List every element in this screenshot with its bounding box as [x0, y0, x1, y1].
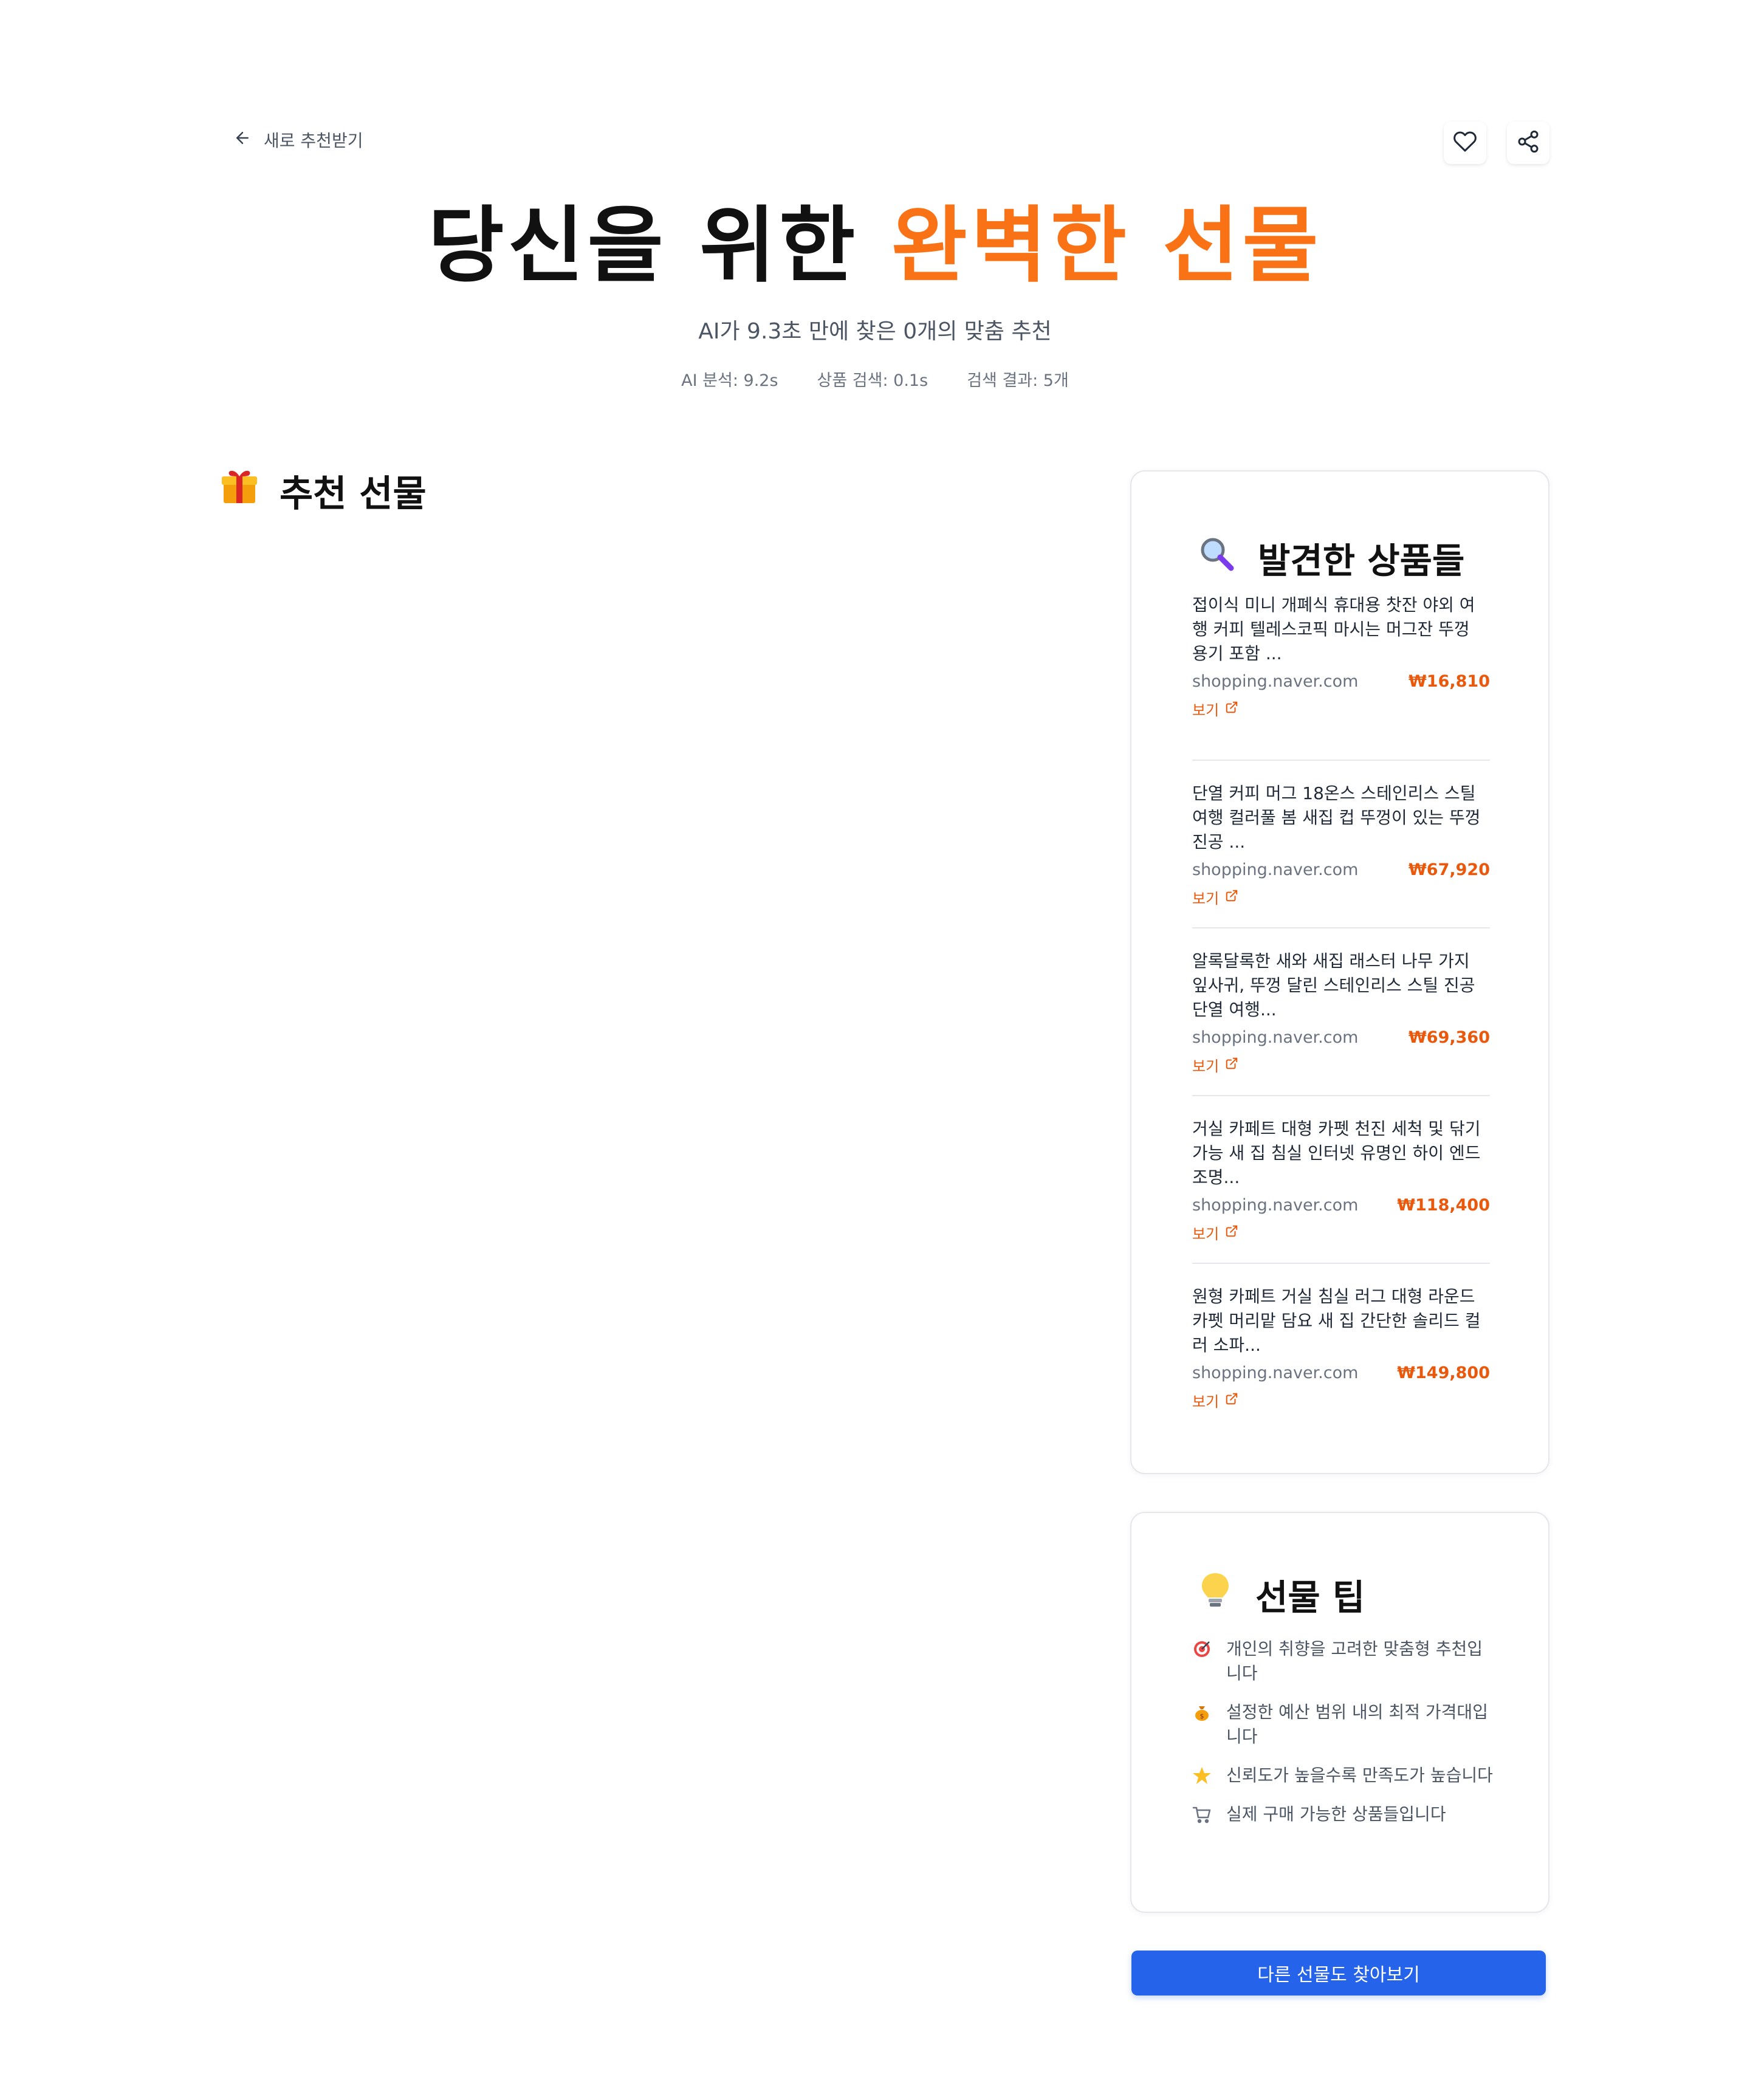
product-item: 접이식 미니 개폐식 휴대용 찻잔 야외 여행 커피 텔레스코픽 마시는 머그잔… — [1192, 593, 1490, 761]
tip-item: $ 설정한 예산 범위 내의 최적 가격대입니다 — [1192, 1700, 1496, 1749]
timing-stats: AI 분석: 9.2s 상품 검색: 0.1s 검색 결과: 5개 — [0, 367, 1750, 391]
product-title: 단열 커피 머그 18온스 스테인리스 스틸 여행 컬러풀 봄 새집 컵 뚜껑이… — [1192, 783, 1481, 852]
product-price: ₩118,400 — [1397, 1196, 1490, 1215]
product-view-label: 보기 — [1192, 702, 1220, 719]
recommendations-heading: 추천 선물 — [220, 464, 427, 517]
product-item: 알록달록한 새와 새집 래스터 나무 가지 잎사귀, 뚜껑 달린 스테인리스 스… — [1192, 928, 1490, 1096]
page-subtitle: AI가 9.3초 만에 찾은 0개의 맞춤 추천 — [698, 319, 1052, 344]
tip-text: 실제 구매 가능한 상품들입니다 — [1226, 1804, 1446, 1824]
cart-icon — [1192, 1805, 1212, 1824]
found-products-heading: 발견한 상품들 — [1197, 532, 1464, 583]
stat-ai-analysis: AI 분석: 9.2s — [681, 371, 778, 390]
page-title-accent: 완벽한 선물 — [891, 198, 1322, 294]
product-title: 원형 카페트 거실 침실 러그 대형 라운드 카펫 머리맡 담요 새 집 간단한… — [1192, 1286, 1481, 1355]
heart-icon — [1453, 129, 1477, 156]
gift-tips-heading: 선물 팁 — [1197, 1569, 1365, 1620]
tip-text: 개인의 취향을 고려한 맞춤형 추천입니다 — [1226, 1639, 1483, 1683]
tip-item: 신뢰도가 높을수록 만족도가 높습니다 — [1192, 1763, 1496, 1788]
external-link-icon — [1225, 1392, 1238, 1409]
share-icon — [1516, 129, 1540, 156]
page-title-main: 당신을 위한 — [428, 198, 891, 294]
product-source: shopping.naver.com — [1192, 860, 1359, 879]
gift-tips-list: 개인의 취향을 고려한 맞춤형 추천입니다 $ 설정한 예산 범위 내의 최적 … — [1192, 1637, 1496, 1841]
product-view-label: 보기 — [1192, 1393, 1220, 1410]
back-link-label: 새로 추천받기 — [264, 131, 363, 151]
gift-tips-heading-text: 선물 팁 — [1255, 1577, 1365, 1618]
magnifier-icon — [1197, 534, 1236, 582]
lightbulb-icon — [1197, 1571, 1234, 1618]
stat-product-search: 상품 검색: 0.1s — [817, 371, 928, 390]
product-view-link[interactable]: 보기 — [1192, 1222, 1238, 1243]
product-view-label: 보기 — [1192, 1226, 1220, 1243]
tip-item: 개인의 취향을 고려한 맞춤형 추천입니다 — [1192, 1637, 1496, 1686]
product-source: shopping.naver.com — [1192, 1364, 1359, 1382]
product-source: shopping.naver.com — [1192, 1196, 1359, 1215]
gift-results-page: 새로 추천받기 당신을 위한 완벽한 선물 AI가 9.3초 만에 찾은 0개의… — [0, 0, 1750, 2100]
product-item: 거실 카페트 대형 카펫 천진 세척 및 닦기 가능 새 집 침실 인터넷 유명… — [1192, 1096, 1490, 1264]
product-view-link[interactable]: 보기 — [1192, 1054, 1238, 1076]
recommendations-heading-text: 추천 선물 — [280, 473, 427, 515]
tip-text: 신뢰도가 높을수록 만족도가 높습니다 — [1226, 1765, 1493, 1785]
star-icon — [1192, 1766, 1212, 1785]
arrow-left-icon — [233, 129, 252, 151]
product-view-label: 보기 — [1192, 890, 1220, 907]
share-button[interactable] — [1507, 122, 1549, 164]
product-price: ₩149,800 — [1397, 1364, 1490, 1382]
favorite-button[interactable] — [1444, 122, 1486, 164]
external-link-icon — [1225, 1057, 1238, 1074]
product-title: 접이식 미니 개폐식 휴대용 찻잔 야외 여행 커피 텔레스코픽 마시는 머그잔… — [1192, 595, 1475, 664]
tip-item: 실제 구매 가능한 상품들입니다 — [1192, 1802, 1496, 1827]
product-price: ₩69,360 — [1409, 1028, 1490, 1047]
product-view-link[interactable]: 보기 — [1192, 698, 1238, 719]
external-link-icon — [1225, 889, 1238, 906]
gift-tips-card: 선물 팁 개인의 취향을 고려한 맞춤형 추천입니다 $ 설정한 예산 범위 내… — [1130, 1512, 1549, 1913]
target-icon — [1192, 1639, 1212, 1659]
product-item: 원형 카페트 거실 침실 러그 대형 라운드 카펫 머리맡 담요 새 집 간단한… — [1192, 1264, 1490, 1432]
money-bag-icon: $ — [1192, 1703, 1212, 1722]
svg-text:$: $ — [1200, 1712, 1204, 1720]
found-products-heading-text: 발견한 상품들 — [1258, 540, 1465, 582]
found-products-card: 발견한 상품들 접이식 미니 개폐식 휴대용 찻잔 야외 여행 커피 텔레스코픽… — [1130, 470, 1549, 1474]
product-price: ₩16,810 — [1409, 672, 1490, 691]
product-view-link[interactable]: 보기 — [1192, 1390, 1238, 1411]
product-source: shopping.naver.com — [1192, 672, 1359, 691]
product-price: ₩67,920 — [1409, 860, 1490, 879]
product-item: 단열 커피 머그 18온스 스테인리스 스틸 여행 컬러풀 봄 새집 컵 뚜껑이… — [1192, 761, 1490, 928]
product-title: 알록달록한 새와 새집 래스터 나무 가지 잎사귀, 뚜껑 달린 스테인리스 스… — [1192, 951, 1475, 1020]
stat-search-results: 검색 결과: 5개 — [967, 371, 1069, 390]
back-to-new-recommendation-link[interactable]: 새로 추천받기 — [233, 128, 363, 152]
product-source: shopping.naver.com — [1192, 1028, 1359, 1047]
product-view-label: 보기 — [1192, 1058, 1220, 1075]
product-view-link[interactable]: 보기 — [1192, 887, 1238, 908]
tip-text: 설정한 예산 범위 내의 최적 가격대입니다 — [1226, 1702, 1488, 1746]
product-title: 거실 카페트 대형 카펫 천진 세척 및 닦기 가능 새 집 침실 인터넷 유명… — [1192, 1119, 1481, 1187]
product-list: 접이식 미니 개폐식 휴대용 찻잔 야외 여행 커피 텔레스코픽 마시는 머그잔… — [1192, 593, 1490, 1432]
find-other-gifts-button[interactable]: 다른 선물도 찾아보기 — [1131, 1951, 1546, 1995]
external-link-icon — [1225, 1224, 1238, 1241]
page-title: 당신을 위한 완벽한 선물 — [0, 194, 1750, 298]
gift-icon — [220, 467, 259, 515]
external-link-icon — [1225, 701, 1238, 718]
